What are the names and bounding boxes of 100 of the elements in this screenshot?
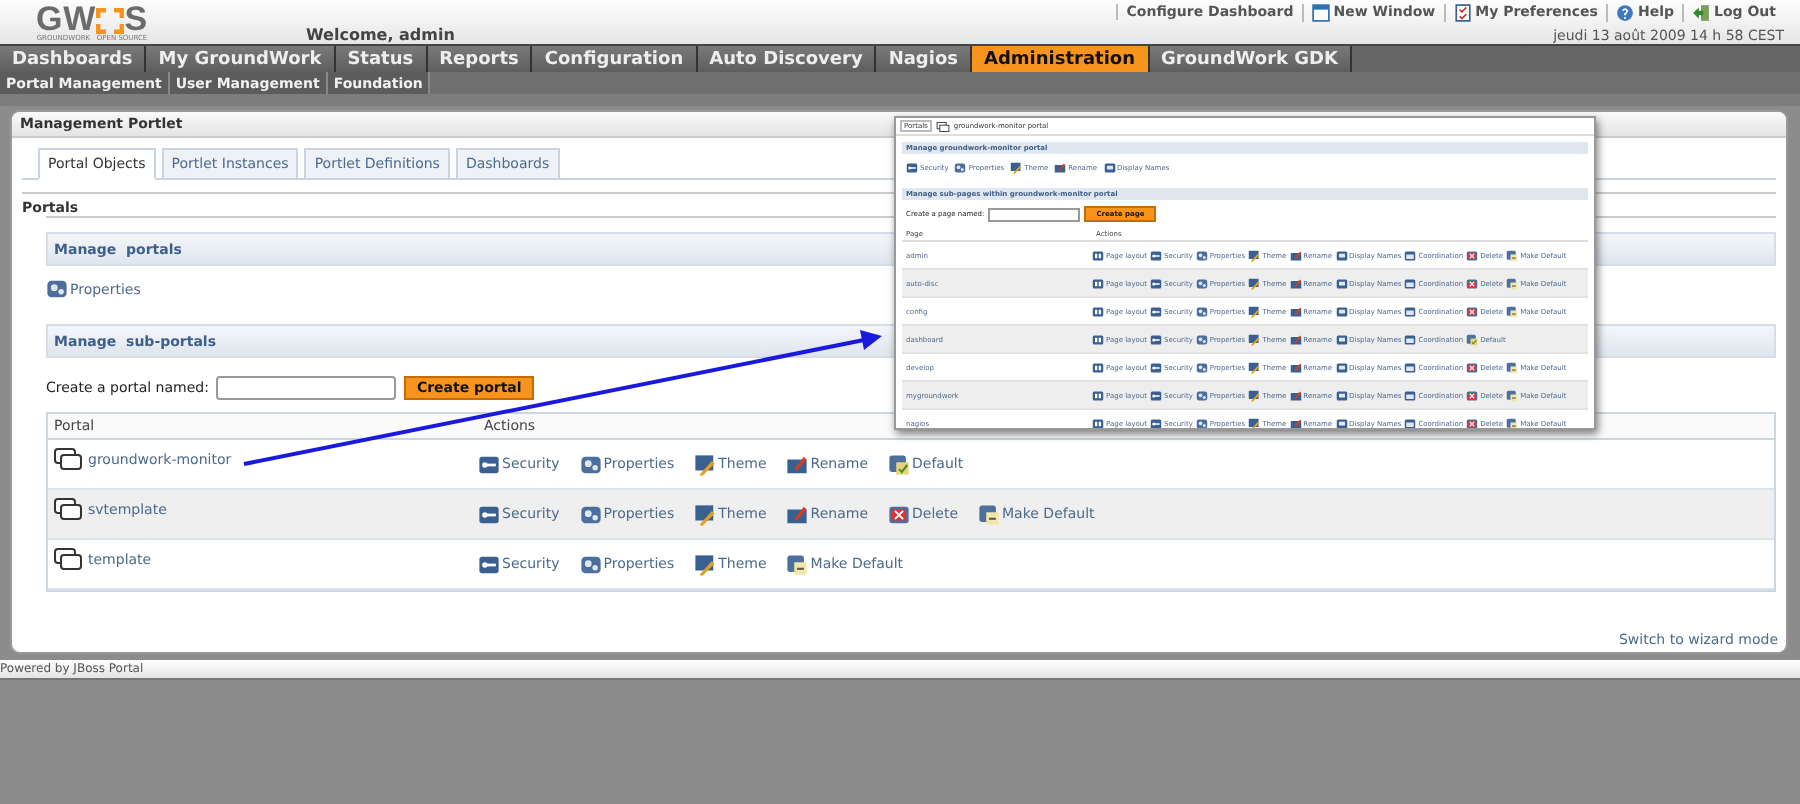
note-icon <box>1506 389 1519 401</box>
checklist-icon <box>1453 3 1472 21</box>
layout-icon <box>1092 249 1104 261</box>
key-icon <box>478 553 500 575</box>
layout-icon <box>1092 361 1104 373</box>
window-icon <box>1404 417 1417 428</box>
layout-icon <box>1092 389 1104 401</box>
delete-icon <box>1466 249 1479 261</box>
brush-icon <box>1248 305 1261 317</box>
gears-icon <box>1195 417 1208 428</box>
note-icon <box>786 553 809 575</box>
brush-icon <box>1248 333 1261 345</box>
pencil-icon <box>1289 333 1302 345</box>
key-icon <box>1150 389 1163 401</box>
key-icon <box>1150 277 1163 289</box>
pencil-icon <box>1289 305 1302 317</box>
nav-tab[interactable]: Nagios <box>876 46 972 72</box>
exit-icon <box>1692 3 1710 21</box>
gears-icon <box>1195 333 1208 345</box>
gears-icon <box>1195 277 1208 289</box>
window-icon <box>1404 305 1417 317</box>
monitor-icon <box>1335 361 1348 373</box>
nav-tab[interactable]: Reports <box>427 46 533 72</box>
gears-icon <box>1195 249 1208 261</box>
delete-icon <box>888 503 911 525</box>
input-field[interactable] <box>988 207 1081 221</box>
gears-icon <box>1195 361 1208 373</box>
window-icon <box>1404 249 1417 261</box>
gears-icon <box>46 278 68 300</box>
note-icon <box>1466 333 1479 345</box>
monitor-icon <box>1335 277 1348 289</box>
delete-icon <box>1466 361 1479 373</box>
window-icon <box>1404 389 1417 401</box>
input-field[interactable] <box>216 376 397 400</box>
layout-icon <box>1092 277 1104 289</box>
logo-icon <box>96 7 125 33</box>
monitor-icon <box>1335 417 1348 428</box>
pencil-icon <box>1054 162 1067 174</box>
pencil-icon <box>1289 249 1302 261</box>
pencil-icon <box>786 453 809 475</box>
brush-icon <box>1010 162 1023 174</box>
note-icon <box>1506 249 1519 261</box>
brush-icon <box>1248 277 1261 289</box>
pencil-icon <box>1289 389 1302 401</box>
brush-icon <box>1248 361 1261 373</box>
window-icon <box>1404 333 1417 345</box>
monitor-icon <box>1335 333 1348 345</box>
brush-icon <box>1248 249 1261 261</box>
nav-tab[interactable]: Administration <box>972 46 1150 72</box>
delete-icon <box>1466 277 1479 289</box>
note-icon <box>1506 305 1519 317</box>
welcome-text: Welcome, admin <box>306 26 455 44</box>
monitor-icon <box>1335 249 1348 261</box>
key-icon <box>1150 333 1163 345</box>
layout-icon <box>1092 305 1104 317</box>
windows-icon <box>54 448 82 470</box>
help-icon <box>1615 3 1634 21</box>
brush-icon <box>1248 417 1261 428</box>
pencil-icon <box>1289 417 1302 428</box>
window-icon <box>1311 3 1330 21</box>
pencil-icon <box>1289 277 1302 289</box>
gears-icon <box>1195 305 1208 317</box>
gears-icon <box>579 553 602 575</box>
pencil-icon <box>786 503 809 525</box>
note-icon <box>1506 277 1519 289</box>
key-icon <box>478 503 500 525</box>
delete-icon <box>1466 305 1479 317</box>
windows-icon <box>54 498 82 520</box>
windows-icon <box>935 121 950 131</box>
key-icon <box>1150 361 1163 373</box>
logo-text: S <box>124 4 149 36</box>
note-icon <box>1506 361 1519 373</box>
key-icon <box>1150 305 1163 317</box>
key-icon <box>1150 249 1163 261</box>
brush-icon <box>1248 389 1261 401</box>
gears-icon <box>579 503 602 525</box>
nav-tab[interactable]: Configuration <box>532 46 698 72</box>
key-icon <box>906 162 918 174</box>
note-icon <box>1506 417 1519 428</box>
key-icon <box>478 453 500 475</box>
gears-icon <box>954 162 967 174</box>
brush-icon <box>694 453 717 475</box>
monitor-icon <box>1335 305 1348 317</box>
nav-tab[interactable]: Auto Discovery <box>697 46 877 72</box>
monitor-icon <box>1103 162 1116 174</box>
note-icon <box>978 503 1001 525</box>
nav-tab[interactable]: My GroundWork <box>146 46 336 72</box>
brush-icon <box>694 553 717 575</box>
nav-tab[interactable]: Dashboards <box>0 46 147 72</box>
monitor-icon <box>1335 389 1348 401</box>
nav-tab[interactable]: GroundWork GDK <box>1149 46 1352 72</box>
layout-icon <box>1092 333 1104 345</box>
gears-icon <box>1195 389 1208 401</box>
note-icon <box>888 453 911 475</box>
nav-tab[interactable]: Status <box>335 46 428 72</box>
window-icon <box>1404 277 1417 289</box>
window-icon <box>1404 361 1417 373</box>
pencil-icon <box>1289 361 1302 373</box>
delete-icon <box>1466 389 1479 401</box>
windows-icon <box>54 548 82 570</box>
